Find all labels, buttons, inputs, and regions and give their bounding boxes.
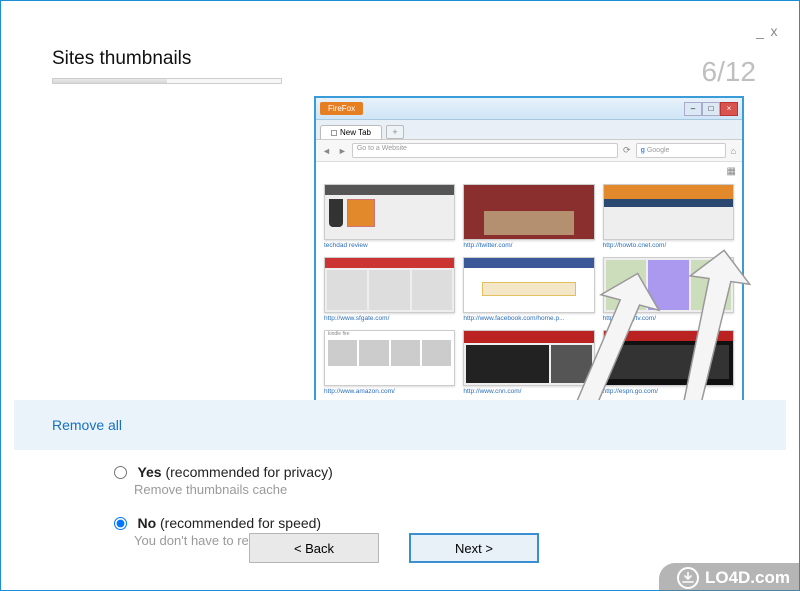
progress-bar (52, 78, 282, 84)
radio-no[interactable] (114, 517, 127, 530)
thumbnail-label: http://espn.go.com/ (603, 388, 734, 395)
site-thumbnail: http://howto.cnet.com/ (603, 184, 734, 249)
wizard-buttons: < Back Next > (249, 533, 539, 563)
minimize-icon[interactable]: _ (754, 26, 766, 38)
next-button[interactable]: Next > (409, 533, 539, 563)
site-thumbnail: techdad review (324, 184, 455, 249)
google-icon: g (641, 147, 645, 154)
illus-search-field: g Google (636, 143, 726, 158)
illus-tab: New Tab (320, 125, 382, 139)
illus-addressbar: ◄ ► Go to a Website ⟳ g Google ⌂ (316, 140, 742, 162)
thumbnail-image (603, 184, 734, 240)
reload-icon: ⟳ (621, 145, 633, 156)
illus-body: ▦ techdad review http://twitter.com/ htt… (316, 162, 742, 404)
option-yes-sub: Remove thumbnails cache (134, 482, 337, 497)
window-controls: _ x (754, 26, 780, 38)
illus-window-buttons: – □ × (684, 102, 738, 116)
illus-minimize-icon: – (684, 102, 702, 116)
thumbnail-label: http://www.facebook.com/home.p... (463, 315, 594, 322)
site-thumbnail: http://www.cnn.com/ (463, 330, 594, 395)
thumbnail-grid: techdad review http://twitter.com/ http:… (324, 184, 734, 395)
thumbnail-label: http://twitter.com/ (463, 242, 594, 249)
thumbnail-image (463, 330, 594, 386)
illus-url-field: Go to a Website (352, 143, 618, 158)
firefox-menu-button: FireFox (320, 102, 363, 115)
site-thumbnail: kindle fire http://www.amazon.com/ (324, 330, 455, 395)
thumbnail-label: http://www.cnn.com/ (463, 388, 594, 395)
grid-icon: ▦ (727, 166, 736, 177)
page-icon (331, 130, 337, 136)
radio-yes[interactable] (114, 466, 127, 479)
option-yes-label: Yes (recommended for privacy) (137, 464, 332, 480)
illus-maximize-icon: □ (702, 102, 720, 116)
illus-titlebar: FireFox – □ × (316, 98, 742, 120)
watermark-text: LO4D.com (705, 568, 790, 588)
option-yes[interactable]: Yes (recommended for privacy) (114, 464, 333, 481)
site-thumbnail: http://twitter.com/ (463, 184, 594, 249)
thumbnail-image: kindle fire (324, 330, 455, 386)
thumbnail-image (324, 184, 455, 240)
thumbnail-image (324, 257, 455, 313)
wizard-panel: _ x Sites thumbnails 6/12 FireFox – □ × … (14, 20, 786, 571)
illus-search-placeholder: Google (647, 147, 670, 154)
illus-tabbar: New Tab + (316, 120, 742, 140)
illustration-browser: FireFox – □ × New Tab + ◄ ► Go to a Webs… (314, 96, 744, 406)
page-title: Sites thumbnails (52, 48, 191, 70)
step-counter: 6/12 (702, 56, 757, 88)
thumbnail-image (603, 257, 734, 313)
thumbnail-image (463, 257, 594, 313)
watermark: LO4D.com (659, 563, 800, 591)
back-icon: ◄ (320, 146, 333, 156)
thumbnail-label: http://xfinitytv.com/ (603, 315, 734, 322)
site-thumbnail: http://xfinitytv.com/ (603, 257, 734, 322)
progress-fill (53, 79, 167, 83)
site-thumbnail: http://www.sfgate.com/ (324, 257, 455, 322)
download-icon (677, 567, 699, 589)
section-header: Remove all (14, 400, 786, 450)
illus-close-icon: × (720, 102, 738, 116)
thumbnail-label: techdad review (324, 242, 455, 249)
home-icon: ⌂ (729, 146, 738, 156)
back-button[interactable]: < Back (249, 533, 379, 563)
new-tab-icon: + (386, 125, 404, 139)
thumbnail-image (603, 330, 734, 386)
thumbnail-label: http://howto.cnet.com/ (603, 242, 734, 249)
option-yes-row: Yes (recommended for privacy) Remove thu… (114, 464, 337, 497)
option-no[interactable]: No (recommended for speed) (114, 515, 321, 532)
site-thumbnail: http://espn.go.com/ (603, 330, 734, 395)
close-icon[interactable]: x (768, 26, 780, 38)
illus-tab-label: New Tab (340, 128, 371, 137)
option-no-label: No (recommended for speed) (137, 515, 321, 531)
remove-all-link[interactable]: Remove all (52, 417, 122, 433)
forward-icon: ► (336, 146, 349, 156)
site-thumbnail: http://www.facebook.com/home.p... (463, 257, 594, 322)
thumbnail-image (463, 184, 594, 240)
thumbnail-label: http://www.amazon.com/ (324, 388, 455, 395)
thumbnail-label: http://www.sfgate.com/ (324, 315, 455, 322)
